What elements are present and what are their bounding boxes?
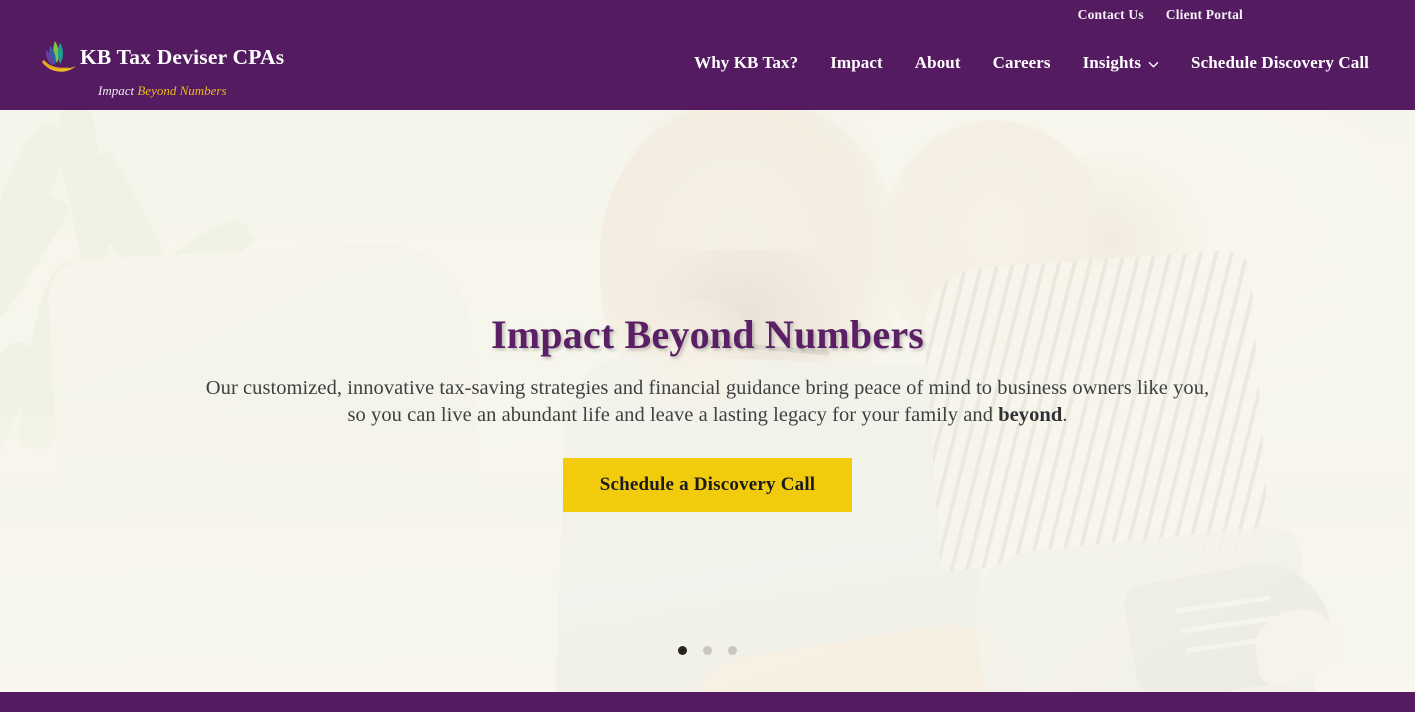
logo-tagline-impact: Impact [98, 83, 135, 98]
nav-item-careers[interactable]: Careers [977, 53, 1067, 73]
page-root: Contact Us Client Portal KB Tax Deviser … [0, 0, 1415, 712]
nav-item-label: About [914, 53, 961, 72]
leaf-swoosh-logo-icon [38, 37, 86, 77]
hero-content: Impact Beyond Numbers Our customized, in… [0, 312, 1415, 512]
hero-subtitle-line2-before: so you can live an abundant life and lea… [347, 404, 999, 427]
site-logo[interactable]: KB Tax Deviser CPAs Impact Beyond Number… [38, 37, 284, 99]
hero-cta-wrapper: Schedule a Discovery Call [0, 457, 1415, 512]
logo-row: KB Tax Deviser CPAs [38, 37, 284, 77]
nav-item-schedule-discovery-call[interactable]: Schedule Discovery Call [1175, 53, 1385, 73]
slider-dot-2[interactable] [703, 646, 712, 655]
hero-title: Impact Beyond Numbers [490, 312, 925, 357]
nav-item-label: Careers [992, 53, 1051, 72]
section-divider-band [0, 692, 1415, 712]
nav-item-why-kb-tax[interactable]: Why KB Tax? [678, 53, 814, 73]
hero-slider: Impact Beyond Numbers Our customized, in… [0, 110, 1415, 692]
logo-tagline: Impact Beyond Numbers [98, 83, 227, 99]
schedule-discovery-call-button[interactable]: Schedule a Discovery Call [562, 457, 853, 512]
utility-link-contact-us[interactable]: Contact Us [1078, 7, 1144, 23]
nav-item-label: Insights [1082, 53, 1142, 72]
slider-pagination [0, 646, 1415, 655]
nav-item-impact[interactable]: Impact [814, 53, 899, 73]
hero-subtitle-line1: Our customized, innovative tax-saving st… [205, 377, 1210, 399]
slider-dot-1[interactable] [678, 646, 687, 655]
nav-item-label: Schedule Discovery Call [1191, 53, 1369, 72]
site-header: Contact Us Client Portal KB Tax Deviser … [0, 0, 1415, 110]
hero-subtitle: Our customized, innovative tax-saving st… [0, 375, 1415, 430]
logo-tagline-beyond-numbers: Beyond Numbers [137, 83, 227, 98]
slider-dot-3[interactable] [728, 646, 737, 655]
utility-nav: Contact Us Client Portal [1078, 0, 1415, 30]
hero-subtitle-emphasis: beyond [998, 404, 1063, 427]
utility-link-client-portal[interactable]: Client Portal [1166, 7, 1243, 23]
nav-item-about[interactable]: About [899, 53, 977, 73]
hero-subtitle-line2-after: . [1062, 404, 1068, 427]
nav-item-label: Why KB Tax? [694, 53, 799, 72]
main-navigation: Why KB Tax? Impact About Careers Insight… [678, 53, 1385, 73]
chevron-down-icon [1148, 59, 1159, 70]
nav-item-insights[interactable]: Insights [1067, 53, 1175, 73]
logo-company-name: KB Tax Deviser CPAs [80, 44, 285, 69]
nav-item-label: Impact [830, 53, 883, 72]
